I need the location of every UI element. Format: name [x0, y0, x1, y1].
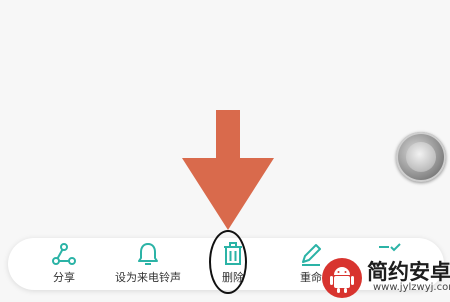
- highlight-circle-annotation: [209, 230, 247, 294]
- share-label: 分享: [53, 271, 75, 284]
- set-ringtone-label: 设为来电铃声: [115, 271, 181, 284]
- share-icon: [52, 243, 76, 265]
- rename-label: 重命: [300, 271, 322, 284]
- pencil-icon: [302, 244, 321, 266]
- down-arrow-annotation: [182, 110, 274, 230]
- share-button[interactable]: 分享: [46, 238, 82, 290]
- set-ringtone-button[interactable]: 设为来电铃声: [108, 238, 188, 290]
- watermark-url: www.jylzwyj.com: [373, 282, 450, 293]
- bell-icon: [138, 243, 158, 265]
- android-logo-icon: [322, 258, 362, 298]
- assistive-touch-button[interactable]: [396, 132, 446, 182]
